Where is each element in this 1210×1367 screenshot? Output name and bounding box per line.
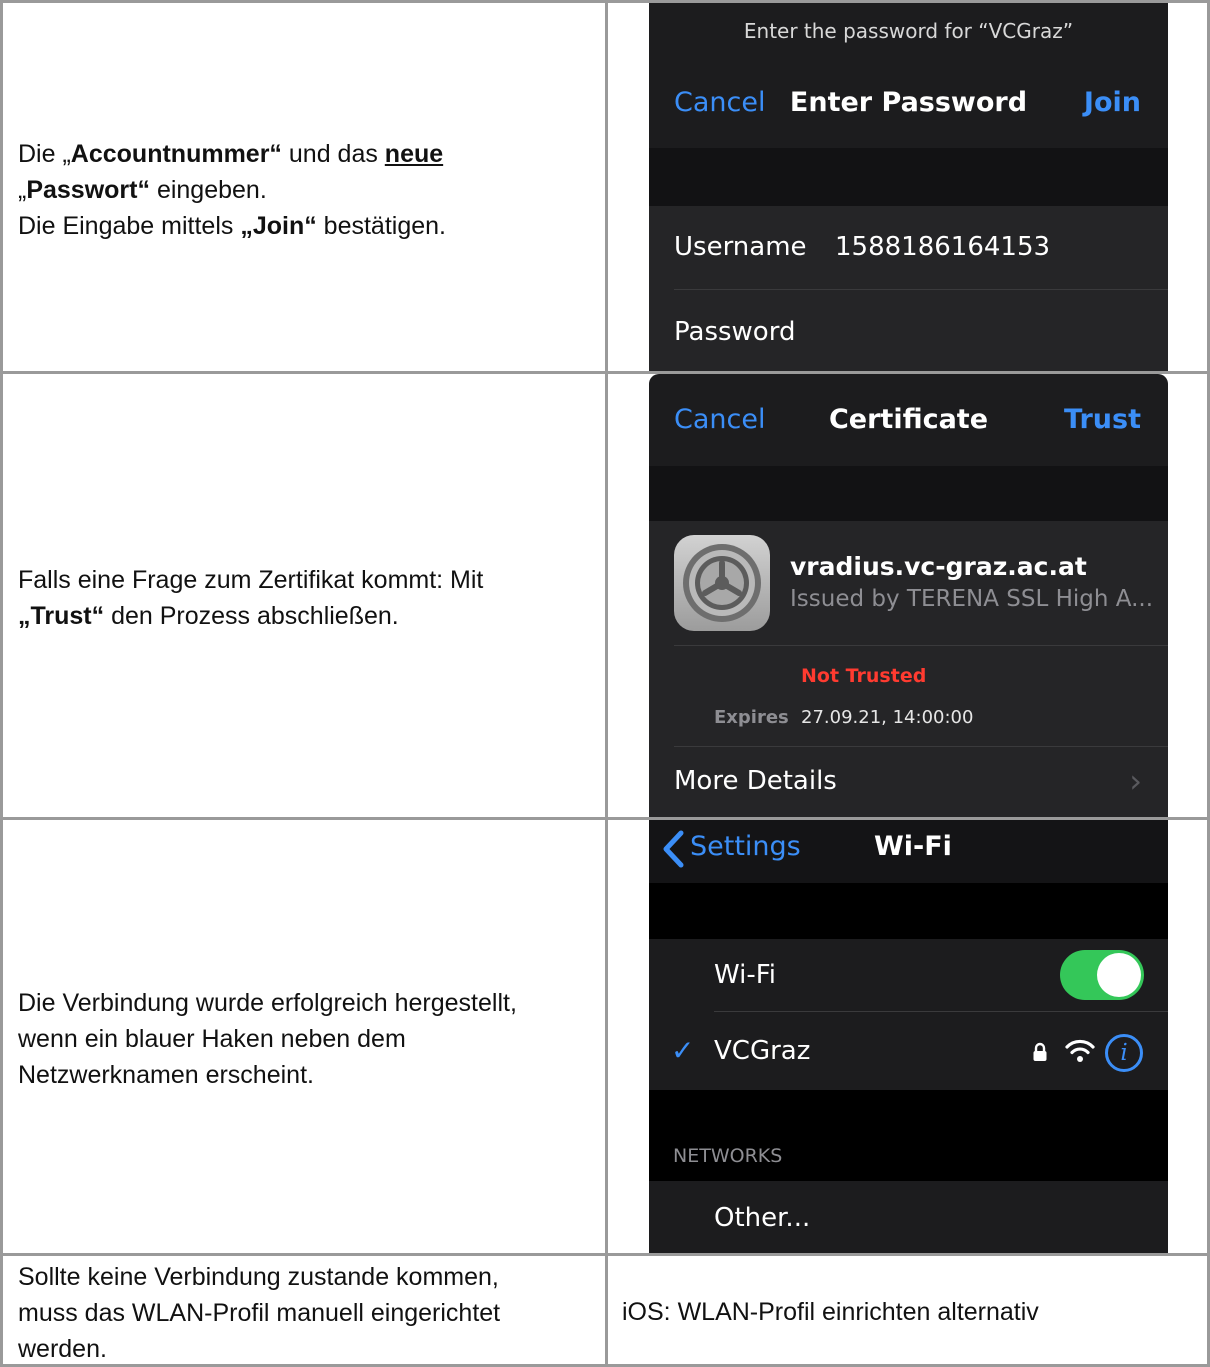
wifi-toggle[interactable] <box>1060 950 1144 1000</box>
network-name[interactable]: VCGraz <box>714 1036 810 1066</box>
certificate-screenshot: Cancel Certificate Trust vradius.vc-graz… <box>649 374 1168 817</box>
more-details-row[interactable]: More Details <box>674 766 837 796</box>
text: Die Eingabe mittels <box>18 212 241 240</box>
password-prompt: Enter the password for “VCGraz” <box>743 19 1074 43</box>
row3-line: Die Verbindung wurde erfolgreich hergest… <box>18 989 517 1017</box>
expires-value: 27.09.21, 14:00:00 <box>801 707 974 728</box>
column-divider <box>605 0 608 1367</box>
back-settings-button[interactable]: Settings <box>690 831 801 862</box>
section-gap <box>649 466 1168 521</box>
lock-icon <box>1033 1042 1047 1061</box>
gear-icon <box>674 535 770 631</box>
certificate-issuer: Issued by TERENA SSL High A... <box>790 586 1154 612</box>
wifi-icon <box>1065 1039 1095 1062</box>
row3-line: wenn ein blauer Haken neben dem <box>18 1025 406 1053</box>
wifi-label: Wi-Fi <box>714 960 777 990</box>
expires-label: Expires <box>714 707 789 728</box>
join-button[interactable]: Join <box>1084 87 1141 118</box>
instruction-table: Die „Accountnummer“ und das neue „Passwo… <box>0 0 1210 1367</box>
row1-line: Die „Accountnummer“ und das neue <box>18 136 588 172</box>
separator <box>714 1011 1168 1012</box>
row1-line: „Passwort“ eingeben. <box>18 172 588 208</box>
username-field[interactable]: 1588186164153 <box>835 232 1050 262</box>
info-icon[interactable]: i <box>1105 1034 1143 1072</box>
networks-header: NETWORKS <box>673 1145 783 1167</box>
certificate-host: vradius.vc-graz.ac.at <box>790 552 1087 581</box>
chevron-left-icon[interactable] <box>661 830 687 868</box>
row2-line: Falls eine Frage zum Zertifikat kommt: M… <box>18 566 484 594</box>
bold-text: „Join“ <box>240 212 317 240</box>
checkmark-icon: ✓ <box>671 1034 695 1067</box>
text: Die „ <box>18 140 71 168</box>
bold-text: Accountnummer“ <box>70 140 282 168</box>
trust-button[interactable]: Trust <box>1064 404 1141 435</box>
row2-line: „Trust“ den Prozess abschließen. <box>18 598 588 634</box>
underlined-text: neue <box>384 140 444 168</box>
text: bestätigen. <box>316 212 446 240</box>
bold-text: Passwort“ <box>26 176 150 204</box>
wlan-profile-link[interactable]: iOS: WLAN-Profil einrichten alternativ <box>622 1294 1192 1330</box>
row2-instructions: Falls eine Frage zum Zertifikat kommt: M… <box>18 562 588 634</box>
separator <box>674 289 1168 290</box>
bold-text: „Trust“ <box>18 602 105 630</box>
other-network-item[interactable]: Other... <box>714 1203 810 1233</box>
row1-line: Die Eingabe mittels „Join“ bestätigen. <box>18 208 588 244</box>
table-border-left <box>0 0 3 1367</box>
text: eingeben. <box>150 176 267 204</box>
row4-line: werden. <box>18 1335 107 1363</box>
chevron-right-icon: › <box>1129 762 1142 800</box>
enter-password-screenshot: Enter the password for “VCGraz” Cancel E… <box>649 3 1168 371</box>
text: den Prozess abschließen. <box>104 602 399 630</box>
password-field[interactable]: Password <box>674 317 795 347</box>
wifi-settings-screenshot: Settings Wi-Fi Wi-Fi ✓ VCGraz i NETWORKS… <box>649 820 1168 1253</box>
row3-instructions: Die Verbindung wurde erfolgreich hergest… <box>18 985 588 1093</box>
row4-line: muss das WLAN-Profil manuell eingerichte… <box>18 1299 501 1327</box>
gear-graphic <box>683 544 761 622</box>
row4-instructions: Sollte keine Verbindung zustande kommen,… <box>18 1259 588 1367</box>
text: und das <box>281 140 385 168</box>
screen-title: Wi-Fi <box>874 831 952 862</box>
toggle-knob <box>1097 953 1141 997</box>
row1-instructions: Die „Accountnummer“ und das neue „Passwo… <box>18 136 588 244</box>
separator <box>674 645 1168 646</box>
section-gap <box>649 148 1168 206</box>
row3-line: Netzwerknamen erscheint. <box>18 1061 314 1089</box>
status-badge: Not Trusted <box>801 665 927 687</box>
row4-line: Sollte keine Verbindung zustande kommen, <box>18 1263 499 1291</box>
separator <box>674 746 1168 747</box>
username-label: Username <box>674 232 807 262</box>
